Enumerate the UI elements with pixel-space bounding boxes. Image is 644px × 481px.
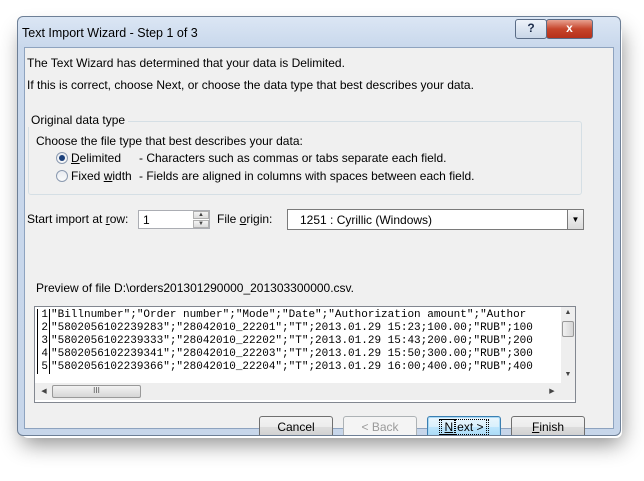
back-button[interactable]: < Back: [343, 416, 417, 435]
preview-line: 2 "5802056102239283";"28042010_22201";"T"…: [37, 322, 561, 335]
scroll-up-icon[interactable]: ▲: [561, 309, 575, 316]
preview-vertical-scrollbar[interactable]: ▲ ▼: [561, 307, 575, 383]
help-button[interactable]: ?: [515, 19, 547, 39]
scroll-right-icon[interactable]: ▶: [545, 387, 559, 395]
vertical-scroll-thumb[interactable]: [562, 321, 574, 337]
dropdown-arrow-icon[interactable]: ▼: [567, 210, 583, 229]
window-title: Text Import Wizard - Step 1 of 3: [22, 26, 198, 40]
intro-line-1: The Text Wizard has determined that your…: [27, 56, 345, 70]
preview-line: 3 "5802056102239333";"28042010_22202";"T"…: [37, 335, 561, 348]
preview-line: 5 "5802056102239366";"28042010_22204";"T"…: [37, 361, 561, 374]
file-origin-label: File origin:: [217, 212, 273, 226]
preview-lines: 1 "Billnumber";"Order number";"Mode";"Dat…: [37, 309, 561, 384]
title-bar[interactable]: Text Import Wizard - Step 1 of 3 ? x: [18, 17, 620, 47]
preview-horizontal-scrollbar[interactable]: ◀ III ▶: [35, 383, 561, 400]
delimited-radio[interactable]: [56, 152, 68, 164]
radio-selected-dot: [59, 155, 65, 161]
start-row-spinner[interactable]: ▲ ▼: [193, 211, 209, 228]
finish-button[interactable]: Finish: [511, 416, 585, 435]
preview-pane[interactable]: 1 "Billnumber";"Order number";"Mode";"Dat…: [34, 306, 576, 403]
dialog-client-area: The Text Wizard has determined that your…: [24, 47, 614, 435]
file-type-prompt: Choose the file type that best describes…: [36, 134, 303, 148]
delimited-description: - Characters such as commas or tabs sepa…: [139, 151, 447, 165]
scroll-left-icon[interactable]: ◀: [37, 387, 51, 395]
group-title: Original data type: [28, 113, 129, 127]
file-origin-select[interactable]: 1251 : Cyrillic (Windows) ▼: [287, 209, 584, 230]
dialog-window: Text Import Wizard - Step 1 of 3 ? x The…: [17, 16, 621, 436]
close-button[interactable]: x: [546, 19, 593, 39]
start-row-label: Start import at row:: [27, 212, 129, 226]
cancel-button[interactable]: Cancel: [259, 416, 333, 435]
horizontal-scroll-thumb[interactable]: III: [52, 385, 141, 398]
preview-label: Preview of file D:\orders201301290000_20…: [36, 281, 354, 295]
spin-down-icon[interactable]: ▼: [193, 220, 209, 228]
intro-line-2: If this is correct, choose Next, or choo…: [27, 78, 474, 92]
fixed-width-label[interactable]: Fixed width: [71, 169, 132, 183]
scrollbar-corner: [561, 383, 575, 400]
next-button[interactable]: Next >: [427, 416, 501, 435]
preview-line: 1 "Billnumber";"Order number";"Mode";"Dat…: [37, 309, 561, 322]
spin-up-icon[interactable]: ▲: [193, 211, 209, 219]
scroll-down-icon[interactable]: ▼: [561, 371, 575, 378]
delimited-label[interactable]: Delimited: [71, 151, 121, 165]
fixed-width-radio[interactable]: [56, 170, 68, 182]
fixed-width-description: - Fields are aligned in columns with spa…: [139, 169, 475, 183]
file-origin-value: 1251 : Cyrillic (Windows): [300, 213, 433, 227]
preview-line: 4 "5802056102239341";"28042010_22203";"T"…: [37, 348, 561, 361]
